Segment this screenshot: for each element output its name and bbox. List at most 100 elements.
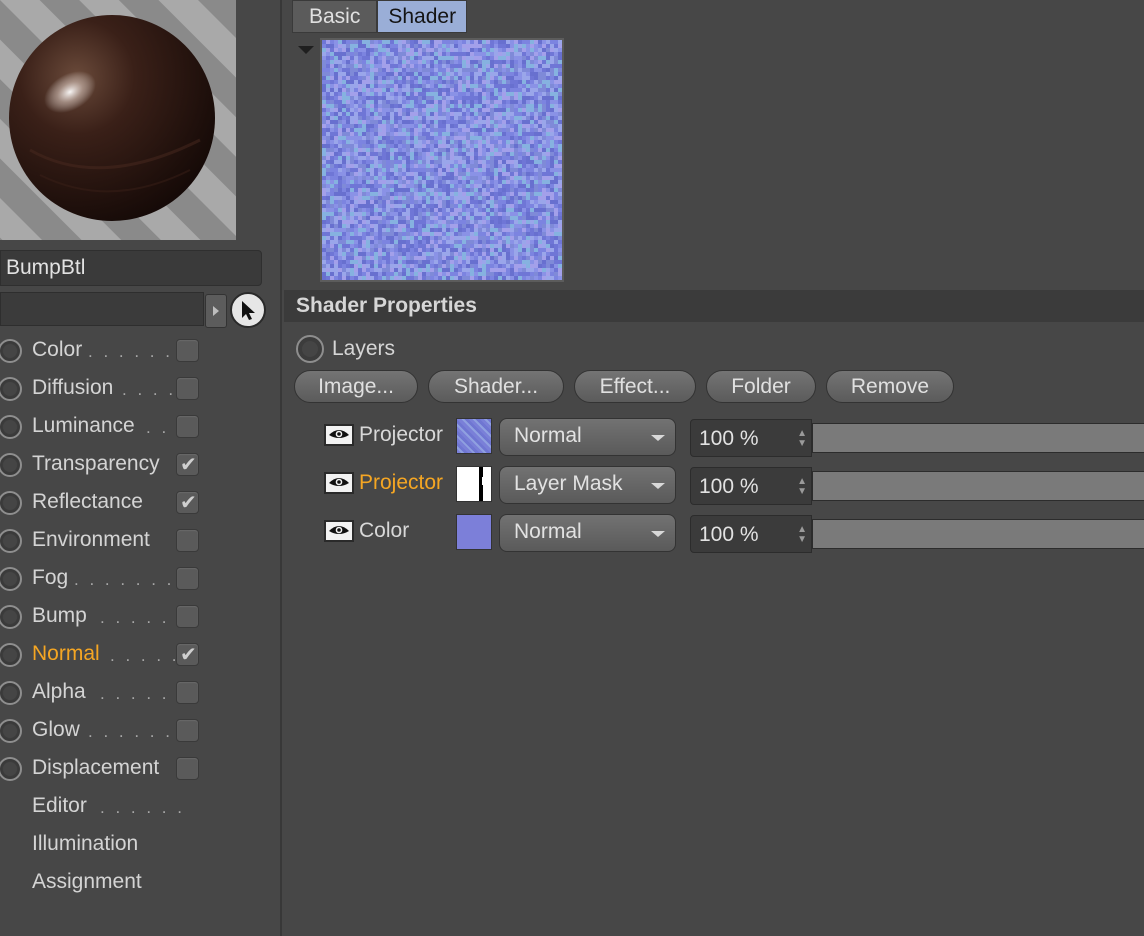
- channel-dots: . . . . . .: [100, 684, 185, 703]
- channel-label[interactable]: Diffusion: [32, 376, 113, 400]
- channel-radio[interactable]: [0, 681, 22, 705]
- blend-mode-dropdown[interactable]: Normal: [499, 514, 676, 552]
- layer-name[interactable]: Projector: [359, 471, 443, 495]
- channel-radio[interactable]: [0, 567, 22, 591]
- channel-checkbox[interactable]: [176, 757, 199, 780]
- channel-alpha[interactable]: Alpha . . . . . .: [0, 674, 282, 712]
- channel-illumination[interactable]: Illumination: [0, 826, 282, 864]
- channel-radio[interactable]: [0, 339, 22, 363]
- opacity-slider[interactable]: [812, 471, 1144, 501]
- channel-radio[interactable]: [0, 453, 22, 477]
- channel-radio[interactable]: [0, 377, 22, 401]
- opacity-field[interactable]: 100 % ▲ ▼: [690, 419, 812, 457]
- layer-name[interactable]: Color: [359, 519, 409, 543]
- channel-transparency[interactable]: Transparency: [0, 446, 282, 484]
- blend-mode-dropdown[interactable]: Layer Mask: [499, 466, 676, 504]
- material-preview[interactable]: [0, 0, 236, 240]
- stepper-icon[interactable]: ▲ ▼: [797, 525, 807, 545]
- channel-fog[interactable]: Fog . . . . . . . .: [0, 560, 282, 598]
- shader-button[interactable]: Shader...: [428, 370, 564, 403]
- tab-bar: Basic Shader: [292, 0, 468, 34]
- tab-shader[interactable]: Shader: [377, 0, 468, 33]
- channel-checkbox[interactable]: [176, 605, 199, 628]
- channel-color[interactable]: Color . . . . . .: [0, 332, 282, 370]
- channel-dots: . . . . .: [110, 646, 180, 665]
- channel-environment[interactable]: Environment: [0, 522, 282, 560]
- channel-label[interactable]: Luminance: [32, 414, 135, 438]
- stepper-icon[interactable]: ▲ ▼: [797, 477, 807, 497]
- channel-label[interactable]: Editor: [32, 794, 87, 818]
- channel-label[interactable]: Normal: [32, 642, 100, 666]
- channel-assignment[interactable]: Assignment: [0, 864, 282, 902]
- layer-thumbnail: [456, 514, 492, 550]
- channel-checkbox[interactable]: [176, 452, 199, 476]
- remove-button[interactable]: Remove: [826, 370, 954, 403]
- material-name-field[interactable]: BumpBtl: [0, 250, 262, 286]
- eye-icon[interactable]: [324, 472, 354, 494]
- blend-mode-value: Normal: [514, 424, 582, 447]
- blend-mode-dropdown[interactable]: Normal: [499, 418, 676, 456]
- channel-checkbox[interactable]: [176, 415, 199, 438]
- layers-radio[interactable]: [296, 335, 324, 363]
- channel-checkbox[interactable]: [176, 529, 199, 552]
- layer-row[interactable]: Projector Layer Mask 100 % ▲ ▼: [324, 466, 1144, 505]
- channel-label[interactable]: Bump: [32, 604, 87, 628]
- image-button[interactable]: Image...: [294, 370, 418, 403]
- layer-name[interactable]: Projector: [359, 423, 443, 447]
- channel-radio[interactable]: [0, 605, 22, 629]
- channel-checkbox[interactable]: [176, 377, 199, 400]
- arrow-right-icon: [213, 306, 219, 316]
- channel-label[interactable]: Reflectance: [32, 490, 143, 514]
- channel-radio[interactable]: [0, 643, 22, 667]
- channel-checkbox[interactable]: [176, 490, 199, 514]
- layer-thumbnail: [456, 418, 492, 454]
- channel-label[interactable]: Fog: [32, 566, 68, 590]
- opacity-value: 100 %: [699, 427, 759, 450]
- layer-row[interactable]: Projector Normal 100 % ▲ ▼: [324, 418, 1144, 457]
- channel-label[interactable]: Alpha: [32, 680, 86, 704]
- channel-dots: . . . .: [122, 380, 177, 399]
- channel-glow[interactable]: Glow . . . . . . .: [0, 712, 282, 750]
- channel-checkbox[interactable]: [176, 339, 199, 362]
- blend-mode-value: Normal: [514, 520, 582, 543]
- channel-search-field[interactable]: [0, 292, 204, 326]
- channel-displacement[interactable]: Displacement: [0, 750, 282, 788]
- picker-button[interactable]: [230, 292, 266, 328]
- opacity-slider[interactable]: [812, 423, 1144, 453]
- channel-checkbox[interactable]: [176, 567, 199, 590]
- expand-arrow-button[interactable]: [205, 294, 227, 328]
- channel-label[interactable]: Displacement: [32, 756, 159, 780]
- channel-label[interactable]: Environment: [32, 528, 150, 552]
- channel-bump[interactable]: Bump . . . . . .: [0, 598, 282, 636]
- stepper-icon[interactable]: ▲ ▼: [797, 429, 807, 449]
- channel-radio[interactable]: [0, 719, 22, 743]
- channel-label[interactable]: Color: [32, 338, 82, 362]
- channel-diffusion[interactable]: Diffusion . . . .: [0, 370, 282, 408]
- eye-icon[interactable]: [324, 520, 354, 542]
- channel-reflectance[interactable]: Reflectance: [0, 484, 282, 522]
- channel-normal[interactable]: Normal . . . . .: [0, 636, 282, 674]
- tab-basic[interactable]: Basic: [292, 0, 378, 33]
- channel-checkbox[interactable]: [176, 681, 199, 704]
- effect-button[interactable]: Effect...: [574, 370, 696, 403]
- channel-label[interactable]: Transparency: [32, 452, 160, 476]
- channel-editor[interactable]: Editor . . . . . .: [0, 788, 282, 826]
- channel-radio[interactable]: [0, 757, 22, 781]
- layers-row[interactable]: Layers: [296, 334, 395, 364]
- eye-icon[interactable]: [324, 424, 354, 446]
- channel-radio[interactable]: [0, 529, 22, 553]
- channel-radio[interactable]: [0, 491, 22, 515]
- channel-label[interactable]: Illumination: [32, 832, 138, 856]
- channel-radio[interactable]: [0, 415, 22, 439]
- channel-label[interactable]: Assignment: [32, 870, 142, 894]
- channel-label[interactable]: Glow: [32, 718, 80, 742]
- opacity-field[interactable]: 100 % ▲ ▼: [690, 467, 812, 505]
- folder-button[interactable]: Folder: [706, 370, 816, 403]
- layer-row[interactable]: Color Normal 100 % ▲ ▼: [324, 514, 1144, 553]
- channel-checkbox[interactable]: [176, 719, 199, 742]
- opacity-field[interactable]: 100 % ▲ ▼: [690, 515, 812, 553]
- channel-luminance[interactable]: Luminance . .: [0, 408, 282, 446]
- opacity-slider[interactable]: [812, 519, 1144, 549]
- triangle-down-icon[interactable]: [298, 46, 314, 54]
- channel-checkbox[interactable]: [176, 642, 199, 666]
